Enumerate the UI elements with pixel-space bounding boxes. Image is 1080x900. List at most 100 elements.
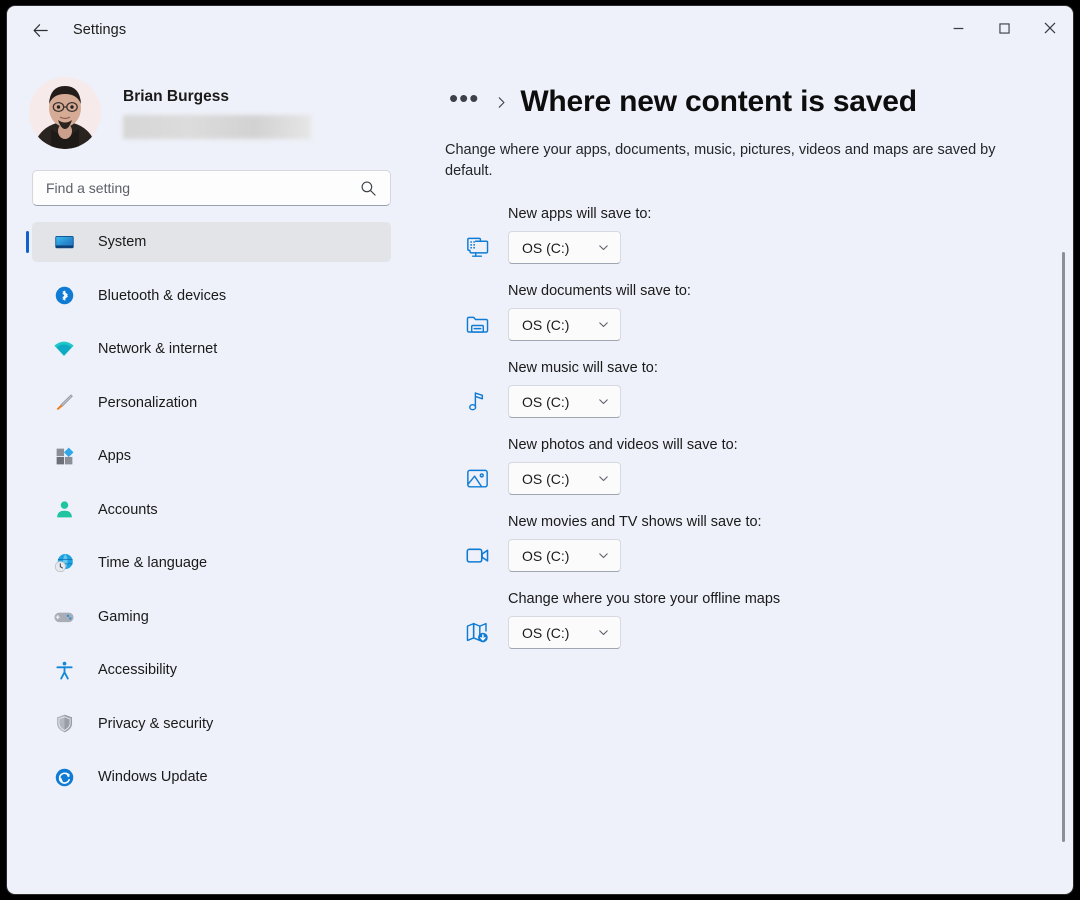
back-button[interactable] <box>23 13 57 47</box>
photos-save-location-dropdown[interactable]: OS (C:) <box>508 462 621 495</box>
sidebar-item-label: Gaming <box>98 609 149 625</box>
page-description: Change where your apps, documents, music… <box>445 140 1045 182</box>
person-icon <box>53 499 75 521</box>
close-icon <box>1043 21 1057 35</box>
app-monitor-icon <box>457 234 497 261</box>
setting-row-apps: New apps will save to: <box>445 206 1073 264</box>
dropdown-value: OS (C:) <box>522 394 569 410</box>
sidebar: Brian Burgess <box>7 54 427 895</box>
profile-email-redacted <box>123 115 311 139</box>
settings-list: New apps will save to: <box>445 206 1073 649</box>
dropdown-value: OS (C:) <box>522 317 569 333</box>
sidebar-item-gaming[interactable]: Gaming <box>32 597 391 637</box>
chevron-right-icon <box>494 95 509 110</box>
search-container <box>7 158 427 206</box>
setting-control: OS (C:) <box>445 385 1073 418</box>
music-save-location-dropdown[interactable]: OS (C:) <box>508 385 621 418</box>
sidebar-item-system[interactable]: System <box>32 222 391 262</box>
window-controls <box>935 6 1073 50</box>
setting-label: New documents will save to: <box>508 283 1073 299</box>
search-icon <box>360 180 377 202</box>
chevron-down-icon <box>597 395 610 408</box>
setting-control: OS (C:) <box>445 616 1073 649</box>
sidebar-item-time-language[interactable]: Time & language <box>32 543 391 583</box>
settings-window: Settings <box>6 5 1074 895</box>
setting-row-photos-videos: New photos and videos will save to: OS (… <box>445 437 1073 495</box>
shield-icon <box>53 713 75 735</box>
music-note-icon <box>457 388 497 415</box>
maximize-icon <box>998 22 1011 35</box>
setting-label: New movies and TV shows will save to: <box>508 514 1073 530</box>
documents-save-location-dropdown[interactable]: OS (C:) <box>508 308 621 341</box>
clock-globe-icon <box>53 552 75 574</box>
scrollbar-thumb[interactable] <box>1062 252 1065 842</box>
close-button[interactable] <box>1027 6 1073 50</box>
setting-row-offline-maps: Change where you store your offline maps <box>445 591 1073 649</box>
sidebar-item-accessibility[interactable]: Accessibility <box>32 650 391 690</box>
sidebar-item-label: Apps <box>98 448 131 464</box>
back-arrow-icon <box>31 21 50 40</box>
sidebar-item-network-internet[interactable]: Network & internet <box>32 329 391 369</box>
sidebar-item-label: Privacy & security <box>98 716 213 732</box>
update-icon <box>53 766 75 788</box>
setting-label: New music will save to: <box>508 360 1073 376</box>
avatar <box>29 77 101 149</box>
page-title: Where new content is saved <box>520 85 917 119</box>
title-bar: Settings <box>7 6 1073 54</box>
movies-save-location-dropdown[interactable]: OS (C:) <box>508 539 621 572</box>
video-camera-icon <box>457 542 497 569</box>
map-download-icon <box>457 619 497 646</box>
profile-name: Brian Burgess <box>123 88 311 106</box>
sidebar-item-privacy-security[interactable]: Privacy & security <box>32 704 391 744</box>
minimize-icon <box>952 22 965 35</box>
search-input[interactable] <box>33 171 390 205</box>
documents-folder-icon <box>457 311 497 338</box>
sidebar-item-bluetooth-devices[interactable]: Bluetooth & devices <box>32 276 391 316</box>
dropdown-value: OS (C:) <box>522 548 569 564</box>
app-title: Settings <box>73 22 126 38</box>
sidebar-item-label: Accessibility <box>98 662 177 678</box>
apps-icon <box>53 445 75 467</box>
setting-label: New apps will save to: <box>508 206 1073 222</box>
sidebar-item-accounts[interactable]: Accounts <box>32 490 391 530</box>
search-box[interactable] <box>32 170 391 206</box>
sidebar-item-label: Network & internet <box>98 341 217 357</box>
chevron-down-icon <box>597 472 610 485</box>
sidebar-item-label: Windows Update <box>98 769 208 785</box>
avatar-image <box>29 77 101 149</box>
scrollbar[interactable] <box>1058 56 1070 894</box>
minimize-button[interactable] <box>935 6 981 50</box>
setting-control: OS (C:) <box>445 231 1073 264</box>
sidebar-item-label: Time & language <box>98 555 207 571</box>
setting-label: New photos and videos will save to: <box>508 437 1073 453</box>
breadcrumb: ••• Where new content is saved <box>445 76 1073 128</box>
setting-label: Change where you store your offline maps <box>508 591 1073 607</box>
setting-control: OS (C:) <box>445 308 1073 341</box>
chevron-down-icon <box>597 626 610 639</box>
wifi-icon <box>53 338 75 360</box>
sidebar-item-personalization[interactable]: Personalization <box>32 383 391 423</box>
sidebar-item-label: Personalization <box>98 395 197 411</box>
breadcrumb-overflow-button[interactable]: ••• <box>445 87 483 117</box>
gamepad-icon <box>53 606 75 628</box>
sidebar-item-label: Accounts <box>98 502 158 518</box>
maximize-button[interactable] <box>981 6 1027 50</box>
maps-save-location-dropdown[interactable]: OS (C:) <box>508 616 621 649</box>
bluetooth-icon <box>53 285 75 307</box>
user-profile[interactable]: Brian Burgess <box>7 68 427 158</box>
setting-control: OS (C:) <box>445 462 1073 495</box>
main-content: ••• Where new content is saved Change wh… <box>427 54 1073 895</box>
sidebar-item-label: System <box>98 234 146 250</box>
chevron-down-icon <box>597 549 610 562</box>
setting-row-documents: New documents will save to: OS (C:) <box>445 283 1073 341</box>
sidebar-item-windows-update[interactable]: Windows Update <box>32 757 391 797</box>
chevron-down-icon <box>597 241 610 254</box>
dropdown-value: OS (C:) <box>522 471 569 487</box>
accessibility-icon <box>53 659 75 681</box>
paintbrush-icon <box>53 392 75 414</box>
apps-save-location-dropdown[interactable]: OS (C:) <box>508 231 621 264</box>
dropdown-value: OS (C:) <box>522 625 569 641</box>
sidebar-item-apps[interactable]: Apps <box>32 436 391 476</box>
photo-icon <box>457 465 497 492</box>
chevron-down-icon <box>597 318 610 331</box>
